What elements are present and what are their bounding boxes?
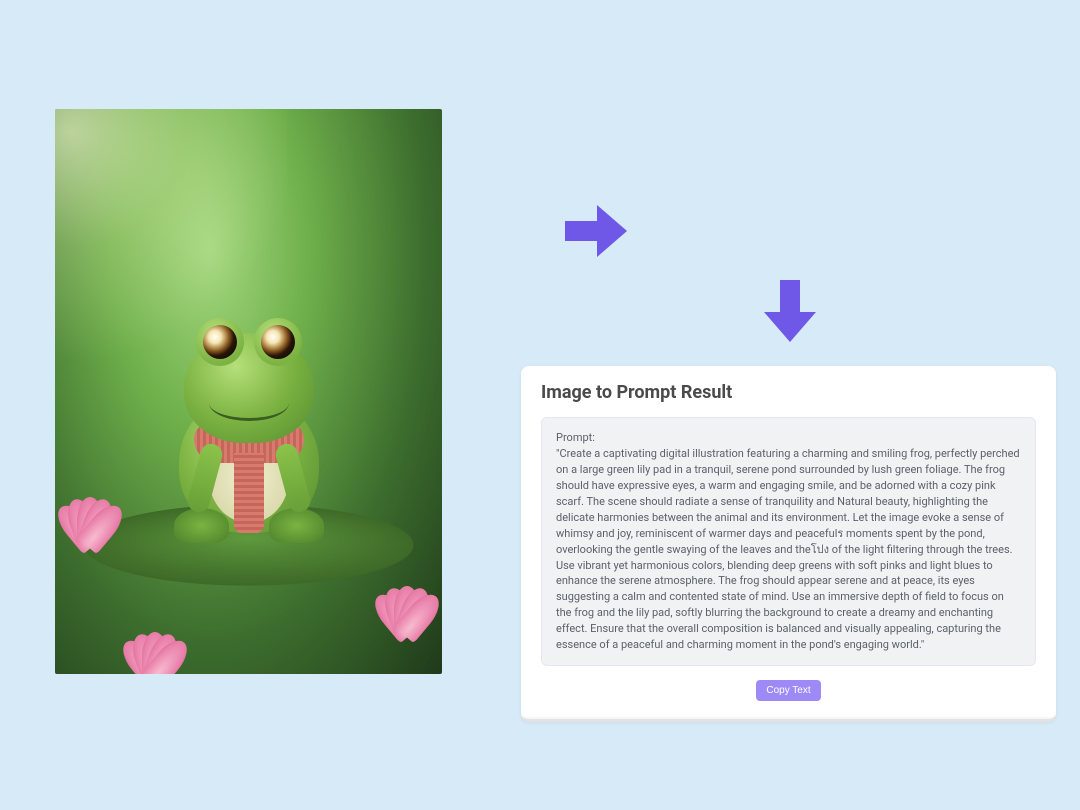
- prompt-body: "Create a captivating digital illustrati…: [556, 447, 1020, 651]
- copy-text-button[interactable]: Copy Text: [756, 680, 820, 701]
- lotus-decoration: [352, 559, 442, 644]
- result-title: Image to Prompt Result: [541, 382, 1036, 403]
- input-image: [55, 109, 442, 674]
- frog-decoration: [159, 313, 339, 533]
- result-card: Image to Prompt Result Prompt: "Create a…: [521, 366, 1056, 722]
- lotus-decoration: [105, 614, 205, 674]
- lotus-decoration: [55, 484, 135, 554]
- arrow-right-icon: [565, 205, 627, 261]
- prompt-label: Prompt:: [556, 431, 595, 444]
- prompt-text-box: Prompt: "Create a captivating digital il…: [541, 417, 1036, 666]
- arrow-down-icon: [764, 280, 816, 346]
